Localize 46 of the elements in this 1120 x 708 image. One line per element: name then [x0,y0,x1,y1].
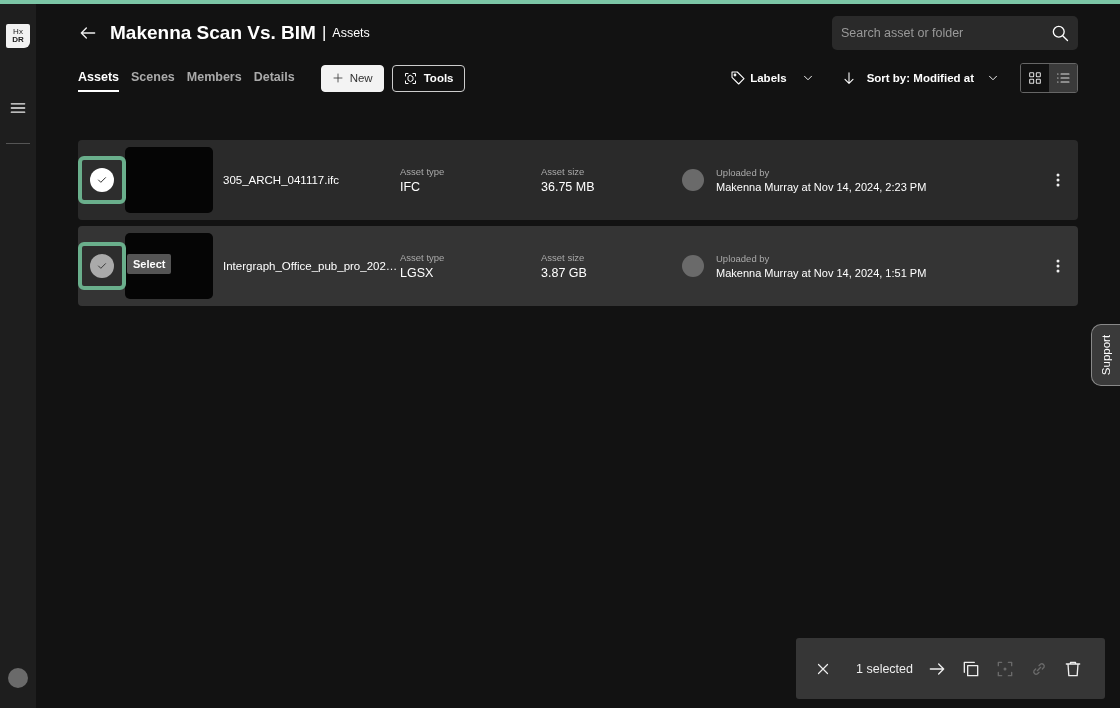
asset-type: LGSX [400,266,435,280]
labels-dropdown[interactable]: Labels [724,69,821,87]
section-label: Assets [332,26,370,40]
field-label: Uploaded by [716,253,771,264]
upload-info: Makenna Murray at Nov 14, 2024, 1:51 PM [716,267,927,279]
search-field[interactable]: Search asset or folder [832,16,1078,50]
tooltip: Select [127,254,172,274]
tab[interactable]: Assets [78,64,119,92]
asset-row[interactable]: Select Intergraph_Office_pub_pro_202… Asset type LGSX Asset size 3.87 GB Uploaded by Makenna Murray at Nov 14, 2024, 1:51 PM [78,226,1078,306]
page-title: Makenna Scan Vs. BIM [110,22,316,44]
list-icon [1055,70,1071,86]
asset-name: Intergraph_Office_pub_pro_202… [223,260,398,272]
field-label: Asset size [541,166,586,177]
asset-type: IFC [400,180,422,194]
asset-row[interactable]: 305_ARCH_041117.ifc Asset type IFC Asset size 36.75 MB Uploaded by Makenna Murray at Nov 14, 2024, 2:23 PM [78,140,1078,220]
upload-info: Makenna Murray at Nov 14, 2024, 2:23 PM [716,181,927,193]
asset-size: 3.87 GB [541,266,588,280]
title-separator: | [321,23,327,43]
uploader-avatar [682,169,704,191]
field-label: Asset type [400,166,446,177]
sort-dropdown[interactable]: Sort by: Modified at [834,69,1006,87]
asset-size: 36.75 MB [541,180,596,194]
logo[interactable]: Hx DR [6,24,30,48]
user-avatar[interactable] [8,668,28,688]
tab[interactable]: Scenes [131,64,175,92]
new-button[interactable]: New [320,64,384,92]
tab[interactable]: Members [186,64,242,92]
asset-name: 305_ARCH_041117.ifc [223,174,339,186]
field-label: Asset type [400,252,446,263]
selection-count: 1 selected [856,661,913,676]
uploader-avatar [682,255,704,277]
cube-scan-icon [402,70,418,86]
select-checkbox[interactable] [78,242,126,290]
support-tab[interactable]: Support [1091,324,1120,386]
select-checkbox[interactable] [78,156,126,204]
list-view-button[interactable] [1049,64,1077,92]
search-icon [1050,23,1070,43]
field-label: Uploaded by [716,167,771,178]
tools-button[interactable]: Tools [391,64,465,92]
grid-icon [1027,70,1043,86]
more-vertical-icon [1056,173,1060,187]
more-vertical-icon [1056,259,1060,273]
tag-icon [730,70,747,86]
tab[interactable]: Details [253,64,295,92]
field-label: Asset size [541,252,586,263]
plus-icon [331,72,344,84]
